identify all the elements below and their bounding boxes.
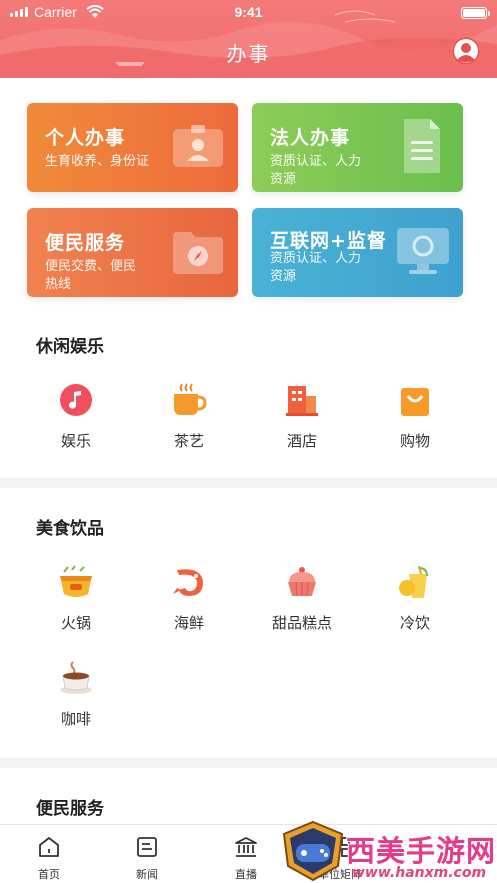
music-note-icon (58, 382, 94, 418)
id-card-icon (173, 125, 223, 167)
watermark-logo (282, 820, 344, 882)
home-icon (39, 837, 59, 857)
grid-item-label: 海鲜 (173, 614, 204, 632)
tab-label: 新闻 (136, 868, 158, 881)
grid-item-tea[interactable]: 茶艺 (149, 382, 229, 451)
grid-item-hotpot[interactable]: 火锅 (36, 564, 116, 633)
coffee-icon (58, 660, 94, 696)
section-title-leisure: 休闲娱乐 (36, 337, 104, 357)
card-personal-affairs[interactable]: 个人办事 生育收养、身份证 (27, 103, 238, 192)
shrimp-icon (171, 564, 207, 600)
card-convenience-services[interactable]: 便民服务 便民交费、便民热线 (27, 208, 238, 297)
tab-home[interactable]: 首页 (19, 835, 79, 882)
cold-drink-icon (397, 564, 433, 600)
hotel-building-icon (284, 382, 320, 418)
card-title: 便民服务 (45, 232, 126, 254)
watermark-url: www.hanxm.com (352, 865, 487, 881)
watermark-overlay: 西美手游网 www.hanxm.com (272, 818, 497, 883)
tab-live[interactable]: 直播 (216, 835, 276, 882)
institution-icon (235, 837, 257, 857)
card-internet-supervision[interactable]: 互联网+监督 资质认证、人力资源 (252, 208, 463, 297)
cupcake-icon (284, 564, 320, 600)
hotpot-icon (58, 564, 94, 600)
folder-compass-icon (173, 232, 223, 274)
grid-item-label: 酒店 (286, 432, 317, 450)
battery-icon (461, 7, 490, 19)
section-title-food: 美食饮品 (36, 519, 104, 539)
card-subtitle: 生育收养、身份证 (45, 154, 150, 169)
user-avatar-icon[interactable] (452, 37, 480, 65)
header-bar: Carrier 9:41 办事 (0, 0, 497, 78)
grid-item-label: 茶艺 (173, 432, 204, 450)
grid-item-coffee[interactable]: 咖啡 (36, 660, 116, 729)
grid-item-label: 火锅 (60, 614, 91, 632)
card-subtitle: 便民交费、便民热线 (45, 259, 137, 292)
grid-item-label: 购物 (399, 432, 430, 450)
grid-item-cold-drinks[interactable]: 冷饮 (375, 564, 455, 633)
grid-item-seafood[interactable]: 海鲜 (149, 564, 229, 633)
grid-item-hotel[interactable]: 酒店 (262, 382, 342, 451)
card-title: 互联网+监督 (270, 230, 387, 252)
grid-item-label: 咖啡 (60, 710, 91, 728)
monitor-icon (397, 228, 449, 274)
news-icon (137, 837, 157, 857)
page-title: 办事 (226, 42, 271, 66)
grid-item-label: 甜品糕点 (271, 614, 332, 632)
tab-label: 首页 (38, 868, 60, 881)
watermark-brand: 西美手游网 (346, 834, 497, 868)
grid-item-entertainment[interactable]: 娱乐 (36, 382, 116, 451)
card-legal-entity-affairs[interactable]: 法人办事 资质认证、人力资源 (252, 103, 463, 192)
grid-item-label: 娱乐 (60, 432, 91, 450)
card-title: 法人办事 (270, 127, 351, 149)
shopping-bag-icon (397, 382, 433, 418)
tea-cup-icon (171, 382, 207, 418)
card-title: 个人办事 (45, 127, 126, 149)
grid-item-desserts[interactable]: 甜品糕点 (262, 564, 342, 633)
tab-news[interactable]: 新闻 (117, 835, 177, 882)
document-icon (404, 119, 440, 173)
clock: 9:41 (234, 4, 263, 20)
grid-item-label: 冷饮 (399, 614, 430, 632)
card-subtitle: 资质认证、人力资源 (270, 251, 362, 284)
status-bar: Carrier 9:41 (0, 3, 497, 23)
section-title-services: 便民服务 (36, 799, 104, 819)
card-subtitle: 资质认证、人力资源 (270, 154, 362, 187)
tab-label: 直播 (235, 868, 257, 881)
grid-item-shopping[interactable]: 购物 (375, 382, 455, 451)
